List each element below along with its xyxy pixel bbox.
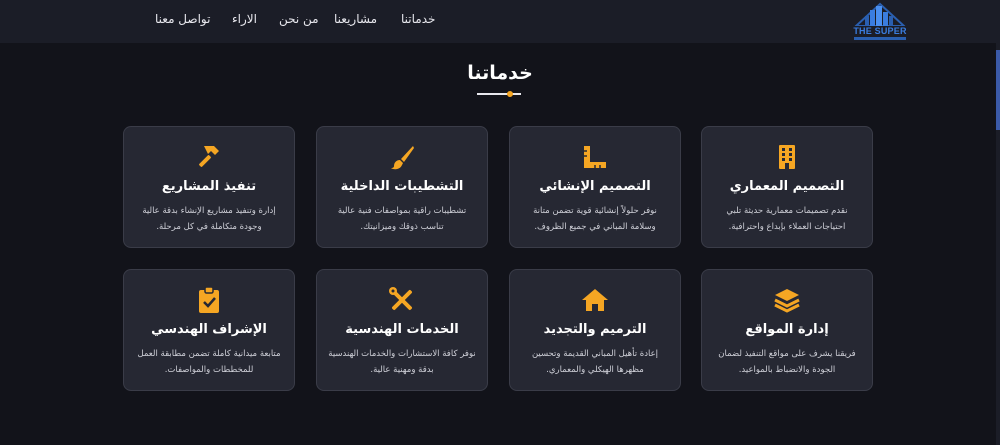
- nav-reviews[interactable]: الاراء: [232, 12, 257, 30]
- card-title: التصميم الإنشائي: [539, 179, 651, 194]
- title-divider: [477, 93, 521, 95]
- hammer-icon: [195, 143, 223, 171]
- service-card-project-execution[interactable]: تنفيذ المشاريع إدارة وتنفيذ مشاريع الإنش…: [123, 126, 295, 248]
- service-card-site-management[interactable]: إدارة المواقع فريقنا يشرف على مواقع التن…: [701, 269, 873, 391]
- card-title: إدارة المواقع: [745, 322, 829, 337]
- clipboard-check-icon: [195, 286, 223, 314]
- home-icon: [581, 286, 609, 314]
- card-description: نوفر كافة الاستشارات والخدمات الهندسية ب…: [328, 349, 476, 375]
- section-title: خدماتنا: [467, 62, 533, 84]
- card-description: نقدم تصميمات معمارية حديثة تلبي احتياجات…: [726, 206, 848, 232]
- card-title: تنفيذ المشاريع: [161, 179, 257, 194]
- nav-services[interactable]: خدماتنا: [401, 12, 435, 30]
- card-description: متابعة ميدانية كاملة تضمن مطابقة العمل ل…: [137, 349, 281, 375]
- service-card-renovation[interactable]: الترميم والتجديد إعادة تأهيل المباني الق…: [509, 269, 681, 391]
- service-card-interior-finishing[interactable]: التشطيبات الداخلية تشطيبات راقية بمواصفا…: [316, 126, 488, 248]
- site-logo[interactable]: THE SUPER: [848, 0, 912, 43]
- card-title: الخدمات الهندسية: [345, 322, 459, 337]
- service-card-architectural-design[interactable]: التصميم المعماري نقدم تصميمات معمارية حد…: [701, 126, 873, 248]
- paint-brush-icon: [388, 143, 416, 171]
- card-title: التصميم المعماري: [729, 179, 845, 194]
- service-card-engineering-services[interactable]: الخدمات الهندسية نوفر كافة الاستشارات وا…: [316, 269, 488, 391]
- card-title: الترميم والتجديد: [543, 322, 647, 337]
- layers-icon: [773, 286, 801, 314]
- card-description: فريقنا يشرف على مواقع التنفيذ لضمان الجو…: [718, 349, 856, 375]
- top-navbar: THE SUPER خدماتنا مشاريعنا من نحن الاراء…: [0, 0, 1000, 43]
- card-description: نوفر حلولاً إنشائية قوية تضمن متانة وسلا…: [533, 206, 657, 232]
- card-description: تشطيبات راقية بمواصفات فنية عالية تناسب …: [337, 206, 467, 232]
- nav-projects[interactable]: مشاريعنا: [334, 12, 377, 30]
- logo-underline: [854, 37, 906, 40]
- card-title: التشطيبات الداخلية: [340, 179, 464, 194]
- building-icon: [773, 143, 801, 171]
- nav-about[interactable]: من نحن: [279, 12, 319, 30]
- card-description: إعادة تأهيل المباني القديمة وتحسين مظهره…: [531, 349, 659, 375]
- card-description: إدارة وتنفيذ مشاريع الإنشاء بدقة عالية و…: [142, 206, 276, 232]
- nav-contact[interactable]: تواصل معنا: [155, 12, 210, 30]
- tools-icon: [388, 286, 416, 314]
- card-title: الإشراف الهندسي: [151, 322, 267, 337]
- ruler-icon: [581, 143, 609, 171]
- title-divider-dot: [507, 91, 513, 97]
- logo-text: THE SUPER: [853, 26, 907, 36]
- logo-skyline-icon: [854, 2, 906, 26]
- service-card-structural-design[interactable]: التصميم الإنشائي نوفر حلولاً إنشائية قوي…: [509, 126, 681, 248]
- service-card-engineering-supervision[interactable]: الإشراف الهندسي متابعة ميدانية كاملة تضم…: [123, 269, 295, 391]
